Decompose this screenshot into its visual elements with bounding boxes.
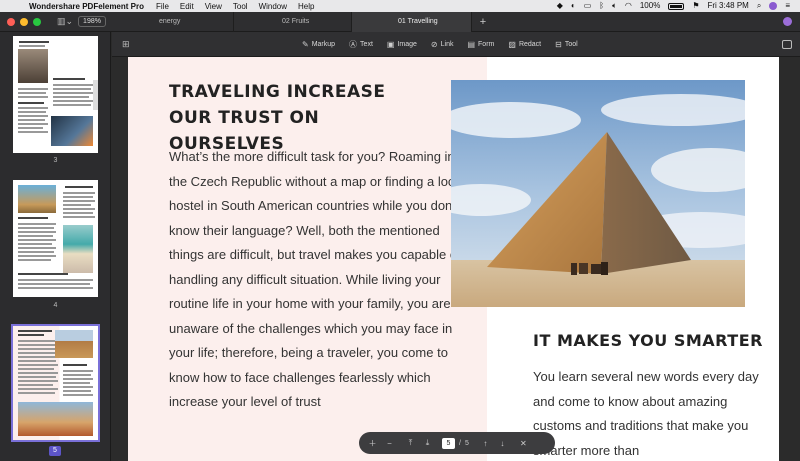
minimize-window-button[interactable] — [20, 18, 28, 26]
link-label: Link — [440, 41, 454, 48]
control-center-icon[interactable]: ≡ — [785, 0, 790, 12]
window-title-bar: ▥⌄ 198% energy 02 Fruits 01 Travelling + — [0, 12, 800, 32]
menu-view[interactable]: View — [205, 2, 222, 11]
image-button[interactable]: ▣ Image — [387, 40, 417, 49]
app-name-menu[interactable]: Wondershare PDFelement Pro — [29, 2, 144, 11]
thumbnail-page-5-content — [13, 326, 98, 440]
tab-01-travelling[interactable]: 01 Travelling — [352, 12, 472, 32]
thumbnail-page-4[interactable] — [13, 180, 98, 297]
last-page-button[interactable]: ⤓ — [419, 438, 436, 448]
redact-icon: ▨ — [508, 40, 516, 49]
circle-status-icon[interactable]: ◐ — [571, 0, 576, 12]
airplay-icon[interactable]: ▭ — [584, 0, 592, 12]
page-navigation-bar: ＋ − ⤒ ⤓ 5 / 5 ↑ ↓ ✕ — [359, 432, 555, 454]
redact-button[interactable]: ▨ Redact — [508, 40, 541, 49]
thumbnail-page-4-number: 4 — [53, 302, 58, 309]
markup-label: Markup — [311, 41, 336, 48]
page-separator: / — [459, 439, 461, 447]
thumbnail-page-3-content — [13, 36, 98, 153]
spotlight-search-icon[interactable]: ⌕ — [757, 0, 761, 12]
text-button[interactable]: Ⓐ Text — [349, 39, 373, 50]
previous-page-button[interactable]: ↑ — [477, 439, 494, 448]
close-nav-icon[interactable]: ✕ — [515, 439, 532, 448]
paragraph-makes-you-smarter[interactable]: You learn several new words every day an… — [533, 365, 763, 461]
toolbox-icon: ⊟ — [555, 40, 562, 49]
thumbnail-page-3-number: 3 — [53, 157, 58, 164]
battery-percent: 100% — [639, 1, 661, 10]
pen-icon: ✎ — [302, 40, 309, 49]
page-thumbnails-sidebar[interactable]: 3 4 5 — [0, 32, 111, 461]
thumbnail-page-3[interactable] — [13, 36, 98, 153]
image-icon: ▣ — [386, 40, 395, 49]
thumbnail-page-5[interactable] — [11, 324, 100, 442]
zoom-out-button[interactable]: − — [381, 439, 398, 448]
document-viewer[interactable]: TRAVELING INCREASE OUR TRUST ON OURSELVE… — [111, 57, 800, 461]
tab-energy[interactable]: energy — [112, 12, 234, 32]
tool-label: Tool — [564, 41, 578, 48]
add-tab-button[interactable]: + — [472, 12, 494, 32]
text-label: Text — [360, 41, 373, 48]
edit-toolbar: ⊞ ✎ Markup Ⓐ Text ▣ Image ⊘ Link ▤ Form … — [112, 32, 800, 57]
link-button[interactable]: ⊘ Link — [431, 40, 454, 49]
link-icon: ⊘ — [430, 40, 438, 49]
document-tabs: energy 02 Fruits 01 Travelling + — [112, 12, 494, 32]
clock[interactable]: Fri 3:48 PM — [708, 0, 749, 12]
battery-icon[interactable] — [668, 2, 685, 10]
pyramid-image[interactable] — [451, 80, 745, 307]
wifi-icon[interactable]: ◠ — [625, 0, 632, 12]
sidebar-toggle-icon[interactable]: ▥⌄ — [57, 16, 73, 27]
form-button[interactable]: ▤ Form — [467, 40, 494, 49]
thumbnail-page-4-content — [13, 180, 98, 297]
form-icon: ▤ — [467, 40, 476, 49]
siri-icon[interactable] — [769, 2, 778, 10]
grid-view-icon[interactable]: ⊞ — [122, 40, 131, 49]
volume-icon[interactable]: 🔈︎ — [612, 0, 617, 12]
redact-label: Redact — [518, 41, 542, 48]
pyramid-photo — [451, 80, 745, 307]
heading-makes-you-smarter[interactable]: IT MAKES YOU SMARTER — [533, 329, 773, 353]
flag-icon[interactable]: ⚑ — [692, 0, 699, 12]
account-icon[interactable] — [783, 17, 792, 26]
markup-button[interactable]: ✎ Markup — [302, 40, 335, 49]
fullscreen-window-button[interactable] — [33, 18, 41, 26]
first-page-button[interactable]: ⤒ — [402, 438, 419, 448]
menu-help[interactable]: Help — [298, 2, 314, 11]
menu-tool[interactable]: Tool — [233, 2, 248, 11]
paragraph-traveling-trust[interactable]: What’s the more difficult task for you? … — [169, 145, 469, 415]
thumbnail-page-5-number: 5 — [49, 446, 61, 456]
image-label: Image — [397, 41, 417, 48]
total-pages: 5 — [464, 439, 469, 447]
close-window-button[interactable] — [7, 18, 15, 26]
menu-edit[interactable]: Edit — [180, 2, 194, 11]
menu-bar: Wondershare PDFelement Pro File Edit Vie… — [0, 0, 800, 12]
dropbox-icon[interactable]: ◆ — [557, 0, 563, 12]
menu-file[interactable]: File — [156, 2, 169, 11]
tool-button[interactable]: ⊟ Tool — [555, 40, 578, 49]
form-label: Form — [478, 41, 495, 48]
window-controls — [7, 18, 41, 26]
text-icon: Ⓐ — [349, 40, 358, 49]
bluetooth-icon[interactable]: ᛒ — [599, 0, 604, 12]
pdf-page[interactable]: TRAVELING INCREASE OUR TRUST ON OURSELVE… — [128, 57, 779, 461]
right-panel-icon[interactable] — [782, 40, 792, 49]
next-page-button[interactable]: ↓ — [494, 439, 511, 448]
tab-02-fruits[interactable]: 02 Fruits — [234, 12, 352, 32]
menu-window[interactable]: Window — [259, 2, 287, 11]
zoom-in-button[interactable]: ＋ — [364, 438, 381, 449]
tool-buttons: ✎ Markup Ⓐ Text ▣ Image ⊘ Link ▤ Form ▨ … — [302, 32, 592, 57]
zoom-select[interactable]: 198% — [78, 16, 106, 27]
page-number-input[interactable]: 5 — [442, 437, 455, 449]
